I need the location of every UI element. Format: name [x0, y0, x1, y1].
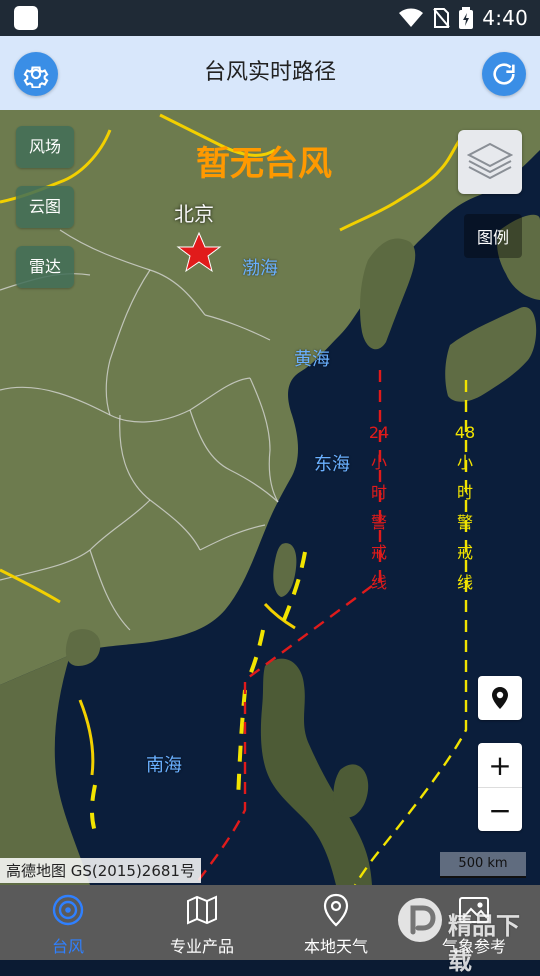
nav-label: 台风: [51, 937, 84, 956]
sea-label: 黄海: [294, 349, 330, 370]
typhoon-icon: [52, 894, 84, 926]
cloud-map-button[interactable]: 云图: [16, 186, 74, 228]
layers-icon: [467, 142, 513, 180]
refresh-icon: [493, 63, 515, 85]
nav-local-weather[interactable]: 本地天气: [286, 885, 386, 960]
locate-button[interactable]: [478, 676, 522, 720]
watermark-text: 精品下载: [448, 912, 520, 975]
page-title: 台风实时路径: [203, 60, 336, 85]
layers-button[interactable]: [458, 130, 522, 194]
warning-48h-label: 48小时警戒线: [454, 423, 476, 592]
zoom-controls: + −: [478, 743, 522, 831]
map-credit: 高德地图 GS(2015)2681号: [0, 858, 201, 883]
nav-professional-products[interactable]: 专业产品: [152, 885, 252, 960]
map-icon: [187, 895, 217, 925]
sea-label: 南海: [146, 755, 182, 776]
no-typhoon-status: 暂无台风: [196, 144, 332, 184]
no-sim-icon: [433, 8, 451, 28]
nav-typhoon[interactable]: 台风: [28, 885, 108, 960]
map-view[interactable]: 暂无台风 北京 渤海 黄海 东海 南海 风场 云图 雷达 图例 24小时警戒线 …: [0, 110, 540, 885]
map-scale: 500 km: [440, 852, 526, 878]
refresh-button[interactable]: [482, 52, 526, 96]
app-header: 台风实时路径: [0, 36, 540, 110]
wind-field-button[interactable]: 风场: [16, 126, 74, 168]
settings-button[interactable]: [14, 52, 58, 96]
settings-gear-icon: [23, 66, 49, 88]
zoom-out-button[interactable]: −: [478, 788, 522, 831]
radar-button[interactable]: 雷达: [16, 246, 74, 288]
sea-label: 渤海: [242, 258, 278, 279]
notification-square-icon: [14, 6, 38, 30]
legend-button[interactable]: 图例: [464, 214, 522, 258]
location-pin-icon: [492, 687, 508, 709]
location-pin-icon: [323, 893, 349, 927]
city-label-beijing: 北京: [174, 202, 214, 226]
wifi-icon: [399, 8, 424, 27]
nav-label: 本地天气: [303, 937, 368, 956]
sea-label: 东海: [314, 454, 350, 475]
status-icons: 4:40: [398, 6, 528, 30]
watermark-logo: 精品下载: [388, 880, 538, 975]
warning-24h-label: 24小时警戒线: [368, 423, 390, 592]
status-bar: 4:40: [0, 0, 540, 36]
zoom-in-button[interactable]: +: [478, 743, 522, 787]
battery-charging-icon: [459, 7, 474, 29]
status-time: 4:40: [482, 6, 528, 30]
nav-label: 专业产品: [169, 937, 234, 956]
